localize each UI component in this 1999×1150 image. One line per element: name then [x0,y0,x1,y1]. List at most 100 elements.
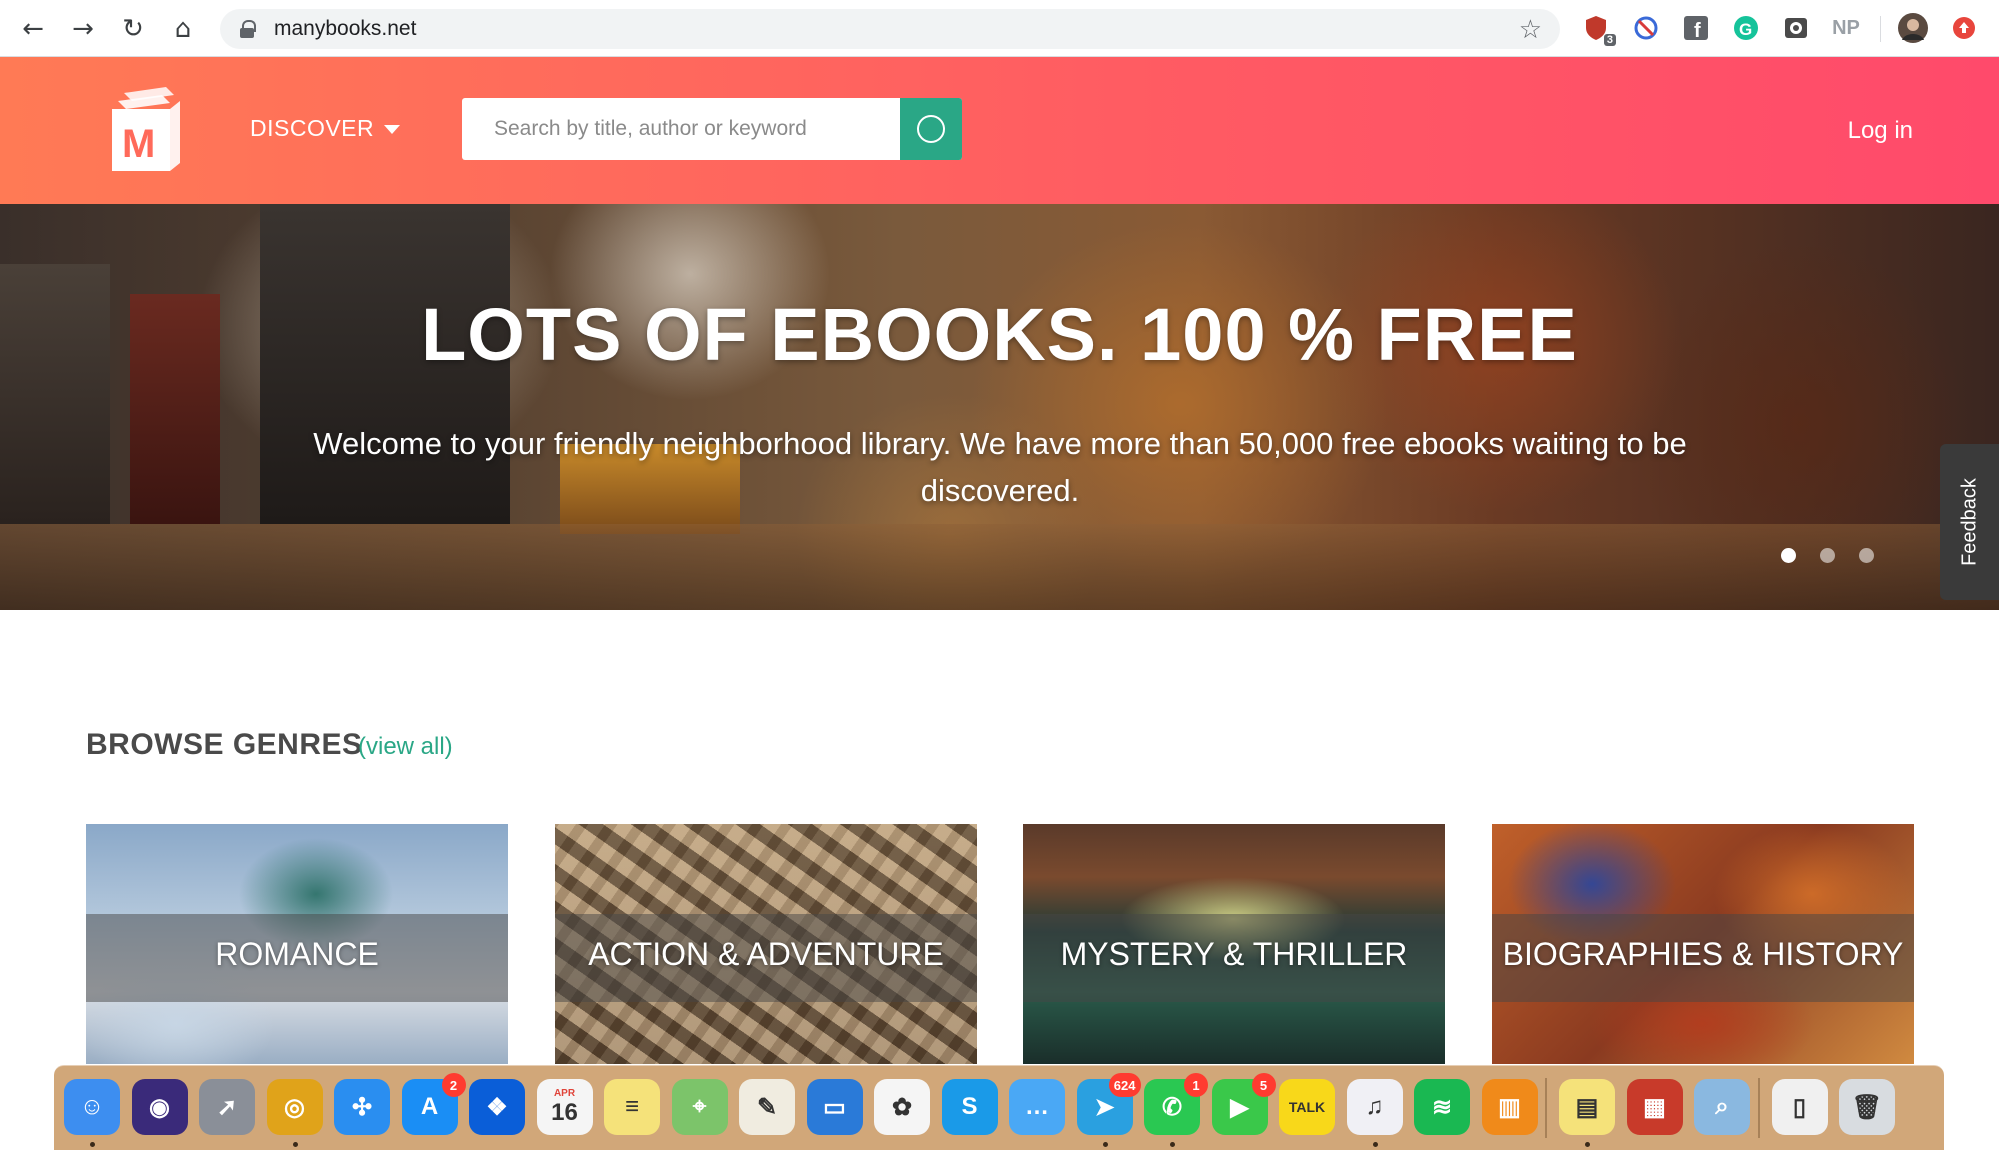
dock-glyph: ≡ [624,1093,639,1120]
genre-card-romance[interactable]: ROMANCE [86,824,508,1064]
dock-app-store-icon[interactable]: A2 [401,1073,466,1135]
carousel-dot[interactable] [1820,548,1835,563]
dock-finder-icon[interactable]: ☺ [64,1079,120,1135]
dock-glyph: ◎ [284,1093,305,1121]
lock-icon [240,20,256,38]
dock-kakaotalk-icon[interactable]: TALK [1279,1079,1335,1135]
dock-launchpad-icon[interactable]: ➚ [199,1079,255,1135]
toolbar-divider [1880,16,1881,42]
dock-dropbox-icon[interactable]: ❖ [469,1079,525,1135]
dock-safari-icon[interactable]: ✣ [334,1079,390,1135]
dock-glyph: ✆ [1161,1093,1183,1121]
dock-glyph: ≋ [1431,1093,1453,1121]
notification-badge: 1 [1184,1073,1208,1097]
calendar-day: 16 [551,1098,578,1126]
search-button[interactable] [900,98,962,160]
dock-glyph: ▦ [1643,1093,1666,1121]
running-indicator [90,1142,95,1147]
dock-whatsapp-icon[interactable]: ✆ 1 [1144,1073,1208,1135]
manybooks-logo[interactable]: M [108,85,183,173]
hero-banner: LOTS OF EBOOKS. 100 % FREE Welcome to yo… [0,204,1999,610]
genre-card-action-adventure[interactable]: ACTION & ADVENTURE [555,824,977,1064]
dock-glyph: A [420,1093,439,1120]
feedback-tab[interactable]: Feedback [1940,444,1999,600]
dock-glyph: ✣ [351,1093,373,1121]
dock-glyph: S [961,1093,978,1120]
shield-extension-icon[interactable]: 3 [1580,12,1616,46]
dock-stickies-icon[interactable]: ▤ [1559,1079,1615,1135]
dock-glyph: TALK [1288,1099,1326,1115]
bookmark-star-icon[interactable]: ☆ [1519,15,1542,45]
running-indicator [1170,1142,1175,1147]
genre-card-mystery-thriller[interactable]: MYSTERY & THRILLER [1023,824,1445,1064]
address-bar[interactable]: manybooks.net ☆ [220,9,1560,49]
browser-toolbar: ← → ↻ ⌂ manybooks.net ☆ 3 f G NP [0,0,1999,57]
url-text: manybooks.net [274,17,417,40]
notification-badge: 624 [1108,1073,1141,1097]
genre-label: MYSTERY & THRILLER [1060,936,1408,972]
svg-text:f: f [1694,20,1701,41]
carousel-dots [1781,548,1874,563]
search-icon [917,115,945,143]
carousel-dot[interactable] [1859,548,1874,563]
dock-itunes-icon[interactable]: ♫ [1346,1079,1403,1135]
extension-badge: 3 [1603,34,1616,46]
forward-arrow-icon[interactable]: → [58,0,108,57]
genre-card-biographies-history[interactable]: BIOGRAPHIES & HISTORY [1492,824,1914,1064]
running-indicator [1585,1142,1590,1147]
dock-skype-icon[interactable]: S [941,1079,998,1135]
home-icon[interactable]: ⌂ [158,0,208,57]
dock-preview-icon[interactable]: ⌕ [1694,1079,1750,1135]
profile-avatar[interactable] [1897,12,1929,44]
dock-notes-icon[interactable]: ≡ [604,1079,660,1135]
dock-maps-icon[interactable]: ⌖ [671,1079,728,1135]
dock-glyph: ➤ [1094,1093,1115,1121]
reload-icon[interactable]: ↻ [108,0,158,57]
genre-label: BIOGRAPHIES & HISTORY [1502,936,1904,972]
dock-glyph: ✎ [756,1093,778,1121]
dock-telegram-icon[interactable]: ➤ 624 [1076,1073,1141,1135]
running-indicator [1372,1142,1378,1147]
dock-glyph: ♫ [1365,1093,1384,1120]
facebook-extension-icon[interactable]: f [1680,12,1712,44]
dock-calendar-icon[interactable]: APR 16 [536,1079,593,1135]
dock-messages-icon[interactable]: … [1009,1079,1065,1135]
dock-photos-icon[interactable]: ✿ [874,1079,930,1135]
dock-glyph: ▶ [1230,1093,1249,1121]
dock-glyph: ⌖ [692,1093,707,1120]
update-icon[interactable] [1948,12,1980,44]
running-indicator [292,1142,298,1147]
discover-menu[interactable]: DISCOVER [250,115,401,142]
carousel-dot[interactable] [1781,548,1796,563]
dock-textedit-icon[interactable]: ✎ [739,1079,795,1135]
dock-keynote-icon[interactable]: ▭ [806,1079,863,1135]
grammarly-extension-icon[interactable]: G [1730,12,1762,44]
dock-books-icon[interactable]: ▥ [1481,1079,1538,1135]
genre-label: ROMANCE [215,936,379,972]
login-link[interactable]: Log in [1848,117,1913,145]
hero-title: LOTS OF EBOOKS. 100 % FREE [421,293,1578,376]
dock-spotify-icon[interactable]: ≋ [1414,1079,1470,1135]
hero-subtitle: Welcome to your friendly neighborhood li… [313,426,1687,508]
dock-documents-stack-icon[interactable]: ▯ [1771,1079,1828,1135]
genre-label: ACTION & ADVENTURE [588,936,944,972]
dock-facetime-icon[interactable]: ▶ 5 [1211,1073,1276,1135]
macos-dock: ☺ ◉ ➚ ◎ ✣ A 2 ❖ APR 16 ≡ ⌖ ✎ ▭ ✿ S… ➤ 624 ✆ 1 ▶ 5 TALK ♫ ≋ ▥ ▤ ▦ ⌕ ▯ 🗑 [54,1065,1944,1150]
dock-glyph: ☺ [79,1093,105,1120]
search-input[interactable] [462,98,900,160]
back-arrow-icon[interactable]: ← [8,0,58,57]
block-extension-icon[interactable] [1630,12,1662,44]
view-all-link[interactable]: (view all) [358,733,453,761]
dock-glyph: 🗑 [1851,1093,1883,1121]
np-label: NP [1832,16,1860,39]
hero-shelf [0,524,1999,610]
camera-extension-icon[interactable] [1780,12,1812,44]
dock-trash-icon[interactable]: 🗑 [1839,1079,1895,1135]
dock-chrome-icon[interactable]: ◎ [266,1079,323,1135]
dock-photo-booth-icon[interactable]: ▦ [1626,1079,1683,1135]
calendar-month: APR [553,1087,576,1099]
np-extension-icon[interactable]: NP [1830,12,1862,44]
dock-glyph: ⌕ [1715,1093,1729,1120]
dock-siri-icon[interactable]: ◉ [131,1079,188,1135]
svg-text:G: G [1739,20,1752,39]
